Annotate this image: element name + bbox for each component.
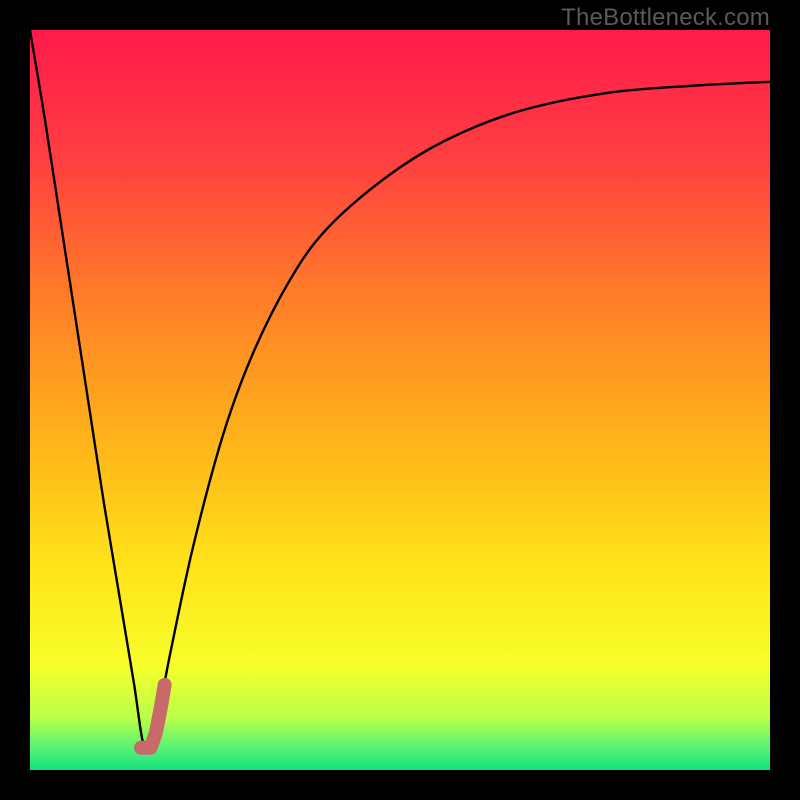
chart-frame: TheBottleneck.com — [0, 0, 800, 800]
selected-point-marker — [141, 685, 165, 748]
curve-layer — [30, 30, 770, 770]
plot-area — [30, 30, 770, 770]
bottleneck-curve — [30, 30, 770, 750]
watermark-text: TheBottleneck.com — [561, 4, 770, 32]
